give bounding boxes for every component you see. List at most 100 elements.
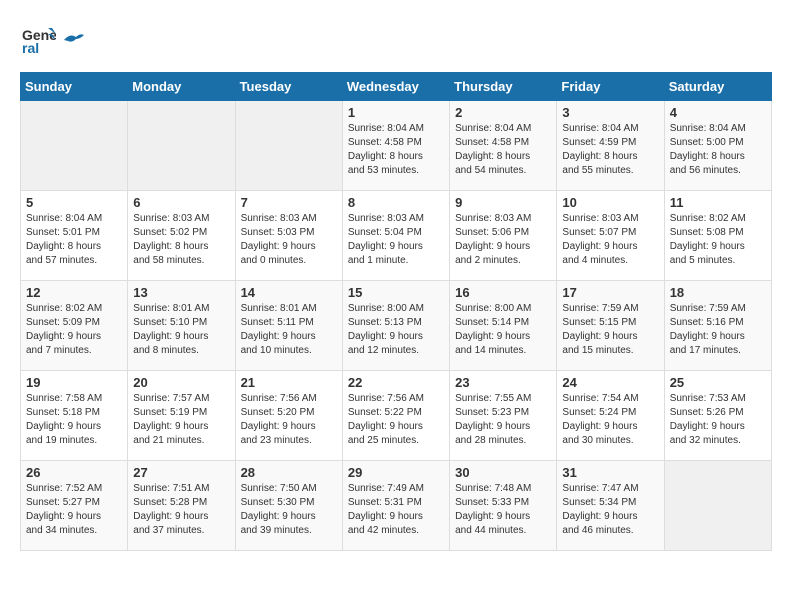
day-info: Sunrise: 7:52 AM Sunset: 5:27 PM Dayligh… [26, 482, 122, 538]
calendar-week: 12 Sunrise: 8:02 AM Sunset: 5:09 PM Dayli… [21, 281, 772, 371]
day-info: Sunrise: 7:56 AM Sunset: 5:20 PM Dayligh… [241, 392, 337, 448]
calendar-cell: 23 Sunrise: 7:55 AM Sunset: 5:23 PM Dayli… [450, 371, 557, 461]
calendar-cell: 13 Sunrise: 8:01 AM Sunset: 5:10 PM Dayli… [128, 281, 235, 371]
day-number: 2 [455, 105, 551, 120]
logo: Gene ral [20, 20, 86, 56]
calendar-cell: 18Sunrise: 7:59 AM Sunset: 5:16 PM Dayli… [664, 281, 771, 371]
calendar-cell: 2 Sunrise: 8:04 AM Sunset: 4:58 PM Daylig… [450, 101, 557, 191]
calendar-cell [235, 101, 342, 191]
day-number: 14 [241, 285, 337, 300]
weekday-header: Sunday [21, 73, 128, 101]
calendar-cell: 21Sunrise: 7:56 AM Sunset: 5:20 PM Dayli… [235, 371, 342, 461]
day-number: 25 [670, 375, 766, 390]
calendar-body: 1Sunrise: 8:04 AM Sunset: 4:58 PM Daylig… [21, 101, 772, 551]
calendar-cell: 10 Sunrise: 8:03 AM Sunset: 5:07 PM Dayli… [557, 191, 664, 281]
day-info: Sunrise: 8:02 AM Sunset: 5:09 PM Dayligh… [26, 302, 122, 358]
calendar-cell: 27 Sunrise: 7:51 AM Sunset: 5:28 PM Dayli… [128, 461, 235, 551]
day-info: Sunrise: 7:58 AM Sunset: 5:18 PM Dayligh… [26, 392, 122, 448]
day-number: 22 [348, 375, 444, 390]
calendar-cell: 8 Sunrise: 8:03 AM Sunset: 5:04 PM Daylig… [342, 191, 449, 281]
day-info: Sunrise: 8:04 AM Sunset: 4:58 PM Dayligh… [455, 122, 551, 178]
calendar-header: SundayMondayTuesdayWednesdayThursdayFrid… [21, 73, 772, 101]
day-info: Sunrise: 8:01 AM Sunset: 5:10 PM Dayligh… [133, 302, 229, 358]
day-number: 31 [562, 465, 658, 480]
calendar-cell: 30 Sunrise: 7:48 AM Sunset: 5:33 PM Dayli… [450, 461, 557, 551]
calendar-week: 26 Sunrise: 7:52 AM Sunset: 5:27 PM Dayli… [21, 461, 772, 551]
calendar-cell: 26 Sunrise: 7:52 AM Sunset: 5:27 PM Dayli… [21, 461, 128, 551]
day-number: 30 [455, 465, 551, 480]
calendar-week: 1Sunrise: 8:04 AM Sunset: 4:58 PM Daylig… [21, 101, 772, 191]
day-number: 8 [348, 195, 444, 210]
calendar-cell: 12 Sunrise: 8:02 AM Sunset: 5:09 PM Dayli… [21, 281, 128, 371]
day-info: Sunrise: 7:48 AM Sunset: 5:33 PM Dayligh… [455, 482, 551, 538]
day-number: 12 [26, 285, 122, 300]
calendar-cell [128, 101, 235, 191]
calendar-cell: 24 Sunrise: 7:54 AM Sunset: 5:24 PM Dayli… [557, 371, 664, 461]
calendar-week: 19Sunrise: 7:58 AM Sunset: 5:18 PM Dayli… [21, 371, 772, 461]
day-number: 7 [241, 195, 337, 210]
day-info: Sunrise: 7:49 AM Sunset: 5:31 PM Dayligh… [348, 482, 444, 538]
weekday-header: Saturday [664, 73, 771, 101]
calendar-table: SundayMondayTuesdayWednesdayThursdayFrid… [20, 72, 772, 551]
day-number: 5 [26, 195, 122, 210]
calendar-cell: 1Sunrise: 8:04 AM Sunset: 4:58 PM Daylig… [342, 101, 449, 191]
weekday-header: Friday [557, 73, 664, 101]
day-number: 13 [133, 285, 229, 300]
day-number: 28 [241, 465, 337, 480]
day-number: 20 [133, 375, 229, 390]
day-info: Sunrise: 8:03 AM Sunset: 5:04 PM Dayligh… [348, 212, 444, 268]
day-info: Sunrise: 7:54 AM Sunset: 5:24 PM Dayligh… [562, 392, 658, 448]
day-info: Sunrise: 8:01 AM Sunset: 5:11 PM Dayligh… [241, 302, 337, 358]
day-number: 18 [670, 285, 766, 300]
day-info: Sunrise: 8:04 AM Sunset: 4:58 PM Dayligh… [348, 122, 444, 178]
day-info: Sunrise: 7:57 AM Sunset: 5:19 PM Dayligh… [133, 392, 229, 448]
day-info: Sunrise: 7:55 AM Sunset: 5:23 PM Dayligh… [455, 392, 551, 448]
day-info: Sunrise: 8:02 AM Sunset: 5:08 PM Dayligh… [670, 212, 766, 268]
logo-icon: Gene ral [20, 20, 56, 56]
calendar-cell: 3 Sunrise: 8:04 AM Sunset: 4:59 PM Daylig… [557, 101, 664, 191]
calendar-cell: 15Sunrise: 8:00 AM Sunset: 5:13 PM Dayli… [342, 281, 449, 371]
page-header: Gene ral [20, 20, 772, 56]
day-number: 24 [562, 375, 658, 390]
day-info: Sunrise: 8:04 AM Sunset: 4:59 PM Dayligh… [562, 122, 658, 178]
day-number: 27 [133, 465, 229, 480]
day-number: 4 [670, 105, 766, 120]
day-info: Sunrise: 8:03 AM Sunset: 5:02 PM Dayligh… [133, 212, 229, 268]
calendar-week: 5 Sunrise: 8:04 AM Sunset: 5:01 PM Daylig… [21, 191, 772, 281]
day-number: 11 [670, 195, 766, 210]
calendar-cell: 6 Sunrise: 8:03 AM Sunset: 5:02 PM Daylig… [128, 191, 235, 281]
day-number: 17 [562, 285, 658, 300]
day-number: 23 [455, 375, 551, 390]
day-number: 6 [133, 195, 229, 210]
day-number: 26 [26, 465, 122, 480]
day-info: Sunrise: 8:04 AM Sunset: 5:01 PM Dayligh… [26, 212, 122, 268]
calendar-cell: 22 Sunrise: 7:56 AM Sunset: 5:22 PM Dayli… [342, 371, 449, 461]
day-number: 16 [455, 285, 551, 300]
calendar-cell: 31 Sunrise: 7:47 AM Sunset: 5:34 PM Dayli… [557, 461, 664, 551]
day-info: Sunrise: 8:03 AM Sunset: 5:07 PM Dayligh… [562, 212, 658, 268]
day-number: 10 [562, 195, 658, 210]
day-info: Sunrise: 8:03 AM Sunset: 5:03 PM Dayligh… [241, 212, 337, 268]
calendar-cell: 5 Sunrise: 8:04 AM Sunset: 5:01 PM Daylig… [21, 191, 128, 281]
calendar-cell: 19Sunrise: 7:58 AM Sunset: 5:18 PM Dayli… [21, 371, 128, 461]
day-number: 3 [562, 105, 658, 120]
day-info: Sunrise: 7:59 AM Sunset: 5:15 PM Dayligh… [562, 302, 658, 358]
svg-text:ral: ral [22, 40, 39, 56]
weekday-header: Wednesday [342, 73, 449, 101]
day-info: Sunrise: 7:51 AM Sunset: 5:28 PM Dayligh… [133, 482, 229, 538]
calendar-cell: 17 Sunrise: 7:59 AM Sunset: 5:15 PM Dayli… [557, 281, 664, 371]
calendar-cell: 11 Sunrise: 8:02 AM Sunset: 5:08 PM Dayli… [664, 191, 771, 281]
calendar-cell [21, 101, 128, 191]
weekday-header: Thursday [450, 73, 557, 101]
day-number: 29 [348, 465, 444, 480]
day-info: Sunrise: 7:53 AM Sunset: 5:26 PM Dayligh… [670, 392, 766, 448]
calendar-cell: 14 Sunrise: 8:01 AM Sunset: 5:11 PM Dayli… [235, 281, 342, 371]
weekday-header: Monday [128, 73, 235, 101]
day-info: Sunrise: 7:47 AM Sunset: 5:34 PM Dayligh… [562, 482, 658, 538]
calendar-cell: 25 Sunrise: 7:53 AM Sunset: 5:26 PM Dayli… [664, 371, 771, 461]
calendar-cell: 16Sunrise: 8:00 AM Sunset: 5:14 PM Dayli… [450, 281, 557, 371]
day-info: Sunrise: 8:00 AM Sunset: 5:13 PM Dayligh… [348, 302, 444, 358]
calendar-cell: 7 Sunrise: 8:03 AM Sunset: 5:03 PM Daylig… [235, 191, 342, 281]
calendar-cell [664, 461, 771, 551]
day-info: Sunrise: 7:56 AM Sunset: 5:22 PM Dayligh… [348, 392, 444, 448]
